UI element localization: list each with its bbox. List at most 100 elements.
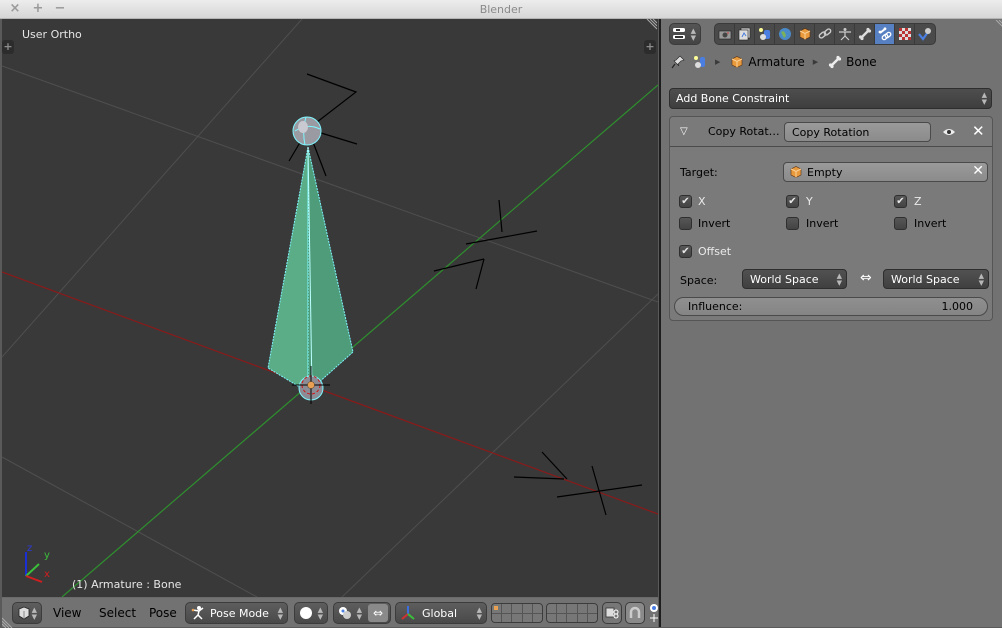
scene-icon xyxy=(694,56,705,68)
layer-button[interactable] xyxy=(587,613,597,622)
constraint-panel-header: ▽ Copy Rotat… Copy Rotation ✕ xyxy=(670,117,992,147)
area-split-handle[interactable] xyxy=(645,19,657,31)
breadcrumb-bone: Bone xyxy=(846,55,877,69)
properties-editor-icon xyxy=(673,28,685,39)
add-bone-constraint-label: Add Bone Constraint xyxy=(676,92,790,105)
layer-button[interactable] xyxy=(522,604,532,613)
clear-target-icon[interactable]: ✕ xyxy=(972,163,984,179)
y-axis-line xyxy=(61,84,658,597)
layer-button[interactable] xyxy=(547,604,557,613)
mode-label: Pose Mode xyxy=(210,607,269,620)
cube-icon xyxy=(18,606,30,620)
editor-type-button[interactable]: ▲ ▼ xyxy=(12,602,42,624)
breadcrumb-separator-icon: ▶ xyxy=(715,58,721,66)
layer-button[interactable] xyxy=(567,613,577,622)
area-split-handle[interactable] xyxy=(994,20,1002,32)
scene-layers-group-2[interactable] xyxy=(546,603,598,623)
layer-button[interactable] xyxy=(532,613,542,622)
menu-pose[interactable]: Pose xyxy=(149,606,177,620)
pivot-selector[interactable]: ▲ ▼ ⇔ xyxy=(333,602,391,624)
invert-x-checkbox[interactable] xyxy=(679,217,692,230)
magnet-icon xyxy=(629,606,641,618)
tab-object[interactable] xyxy=(795,24,815,44)
collapse-triangle-icon[interactable]: ▽ xyxy=(680,126,688,137)
view-label: User Ortho xyxy=(22,28,82,41)
menu-select[interactable]: Select xyxy=(99,606,136,620)
constraint-name-field[interactable]: Copy Rotation xyxy=(784,122,931,142)
target-space-dropdown[interactable]: World Space ▲ ▼ xyxy=(883,269,989,289)
grid-line xyxy=(341,293,658,597)
object-info-label: (1) Armature : Bone xyxy=(72,578,182,591)
pivot-icon xyxy=(339,607,351,619)
tab-physics[interactable] xyxy=(915,24,935,44)
add-bone-constraint-menu[interactable]: Add Bone Constraint ▲ ▼ xyxy=(669,88,992,109)
proportional-edit-button[interactable] xyxy=(648,603,658,625)
chain-link-icon xyxy=(818,28,831,39)
transform-axes-icon xyxy=(401,606,415,620)
tab-texture[interactable] xyxy=(895,24,915,44)
breadcrumb-armature: Armature xyxy=(748,55,805,69)
delete-constraint-icon[interactable]: ✕ xyxy=(972,122,985,140)
layer-button[interactable] xyxy=(577,604,587,613)
tab-scene[interactable] xyxy=(755,24,775,44)
mode-selector[interactable]: Pose Mode ▲ ▼ xyxy=(185,602,288,624)
offset-checkbox[interactable]: ✔ xyxy=(679,245,692,258)
transform-orientation-selector[interactable]: Global ▲ ▼ xyxy=(395,602,487,624)
tab-constraints[interactable] xyxy=(815,24,835,44)
owner-space-dropdown[interactable]: World Space ▲ ▼ xyxy=(742,269,847,289)
offset-label: Offset xyxy=(698,245,732,258)
invert-z-checkbox[interactable] xyxy=(894,217,907,230)
layer-button[interactable] xyxy=(557,604,567,613)
layer-button[interactable] xyxy=(512,613,522,622)
tab-bone-constraints[interactable] xyxy=(875,24,895,44)
constraint-type-label: Copy Rotat… xyxy=(708,125,780,138)
render-layers-icon xyxy=(738,27,750,41)
bone-icon xyxy=(858,27,871,41)
tab-render[interactable] xyxy=(715,24,735,44)
layer-button[interactable] xyxy=(567,604,577,613)
tab-bone[interactable] xyxy=(855,24,875,44)
bone-octahedral[interactable] xyxy=(267,116,354,401)
bone-constraint-icon xyxy=(878,27,891,41)
layer-button[interactable] xyxy=(492,604,502,613)
layer-button[interactable] xyxy=(557,613,567,622)
layer-button[interactable] xyxy=(522,613,532,622)
properties-shelf-toggle-button[interactable]: + xyxy=(644,40,656,54)
editor-type-button[interactable]: ▲ ▼ xyxy=(669,23,701,45)
influence-slider[interactable]: Influence: 1.000 xyxy=(674,297,988,316)
layer-button[interactable] xyxy=(577,613,587,622)
influence-label: Influence: xyxy=(688,300,743,313)
manipulator-icon[interactable]: ⇔ xyxy=(368,604,388,622)
updown-icon: ▲ ▼ xyxy=(690,27,696,42)
menu-view[interactable]: View xyxy=(53,606,81,620)
toolshelf-toggle-button[interactable]: + xyxy=(2,40,14,54)
scene-layers-group-1[interactable] xyxy=(491,603,543,623)
use-z-label: Z xyxy=(914,195,922,208)
layer-button[interactable] xyxy=(502,613,512,622)
layer-button[interactable] xyxy=(532,604,542,613)
lock-camera-button[interactable] xyxy=(602,602,622,624)
3d-viewport[interactable]: User Ortho z y x (1) Armature : Bone + + xyxy=(2,19,658,597)
tab-render-layers[interactable] xyxy=(735,24,755,44)
viewport-scene[interactable] xyxy=(2,19,658,597)
layer-button[interactable] xyxy=(492,613,502,622)
snap-button[interactable] xyxy=(625,602,645,624)
axis-z-label: z xyxy=(27,543,33,554)
updown-icon: ▲ ▼ xyxy=(981,91,987,106)
invert-y-checkbox[interactable] xyxy=(786,217,799,230)
layer-button[interactable] xyxy=(502,604,512,613)
layer-button[interactable] xyxy=(587,604,597,613)
use-y-checkbox[interactable]: ✔ xyxy=(786,195,799,208)
eye-icon[interactable] xyxy=(942,127,956,137)
tab-data[interactable] xyxy=(835,24,855,44)
viewport-shading-selector[interactable]: ▲ ▼ xyxy=(294,602,328,624)
use-x-checkbox[interactable]: ✔ xyxy=(679,195,692,208)
use-z-checkbox[interactable]: ✔ xyxy=(894,195,907,208)
layer-button[interactable] xyxy=(512,604,522,613)
target-field[interactable]: Empty ✕ xyxy=(783,162,988,182)
properties-editor: ▲ ▼ ▶ Armature ▶ Bone Add Bone Constrain… xyxy=(659,19,1002,627)
pin-icon[interactable] xyxy=(671,55,685,69)
updown-icon: ▲ ▼ xyxy=(978,272,984,287)
layer-button[interactable] xyxy=(547,613,557,622)
tab-world[interactable] xyxy=(775,24,795,44)
